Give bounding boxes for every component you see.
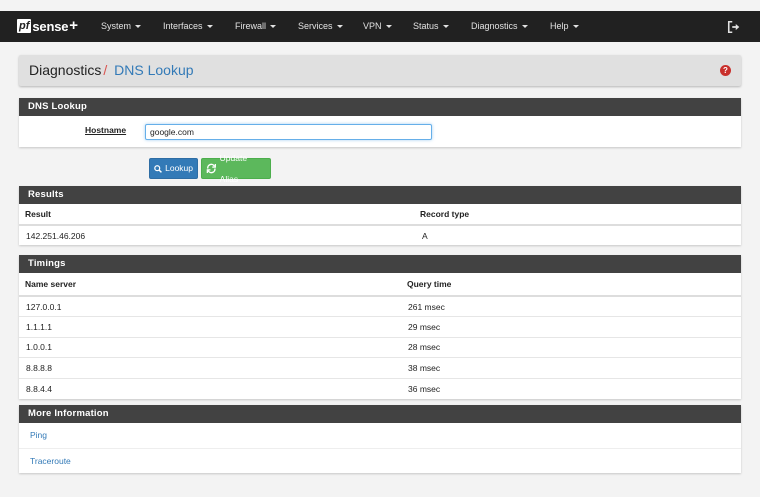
table-header-row: Result Record type [19, 204, 741, 226]
results-table: Result Record type 142.251.46.206 A [19, 204, 741, 245]
help-icon[interactable]: ? [720, 65, 731, 76]
table-row: 8.8.8.8 38 msec [19, 357, 741, 378]
breadcrumb-current[interactable]: DNS Lookup [114, 62, 193, 78]
breadcrumb-separator: / [103, 62, 108, 78]
name-server: 1.0.0.1 [19, 336, 401, 358]
logo-pf: pf [17, 19, 32, 33]
query-time: 28 msec [401, 336, 741, 358]
update-alias-button[interactable]: Update Alias [201, 153, 271, 184]
table-header-row: Name server Query time [19, 273, 741, 297]
result-value: 142.251.46.206 [19, 224, 414, 245]
lookup-button[interactable]: Lookup [149, 158, 198, 179]
panel-title: DNS Lookup [19, 98, 741, 116]
nav-label: Firewall [235, 21, 267, 31]
pfsense-logo[interactable]: pf sense + [17, 17, 78, 35]
record-type: A [414, 224, 741, 245]
nav-menu-interfaces[interactable]: Interfaces [163, 11, 213, 42]
table-row: 8.8.4.4 36 msec [19, 377, 741, 399]
table-row: 142.251.46.206 A [19, 224, 741, 245]
link-list: Ping Traceroute [19, 423, 741, 473]
nav-menu-system[interactable]: System [101, 11, 142, 42]
breadcrumb-parent[interactable]: Diagnostics [29, 62, 101, 78]
dns-lookup-panel: DNS Lookup Hostname [19, 98, 741, 147]
caret-down-icon [336, 25, 343, 29]
query-time: 38 msec [401, 357, 741, 378]
panel-title: Results [19, 186, 741, 204]
results-panel: Results Result Record type 142.251.46.20… [19, 186, 741, 245]
nav-menu-status[interactable]: Status [413, 11, 449, 42]
table-row: 1.1.1.1 29 msec [19, 316, 741, 337]
caret-down-icon [572, 25, 579, 29]
lookup-button-label: Lookup [165, 163, 193, 173]
top-navbar: pf sense + System Interfaces Firewall Se… [0, 11, 760, 42]
caret-down-icon [206, 25, 213, 29]
nav-label: VPN [363, 21, 382, 31]
more-information-panel: More Information Ping Traceroute [19, 405, 741, 473]
query-time: 36 msec [401, 377, 741, 399]
panel-title: More Information [19, 405, 741, 423]
caret-down-icon [270, 25, 277, 29]
table-row: 127.0.0.1 261 msec [19, 295, 741, 317]
page-title: Diagnostics / DNS Lookup [29, 55, 194, 86]
name-server: 1.1.1.1 [19, 316, 401, 337]
nav-label: Interfaces [163, 21, 203, 31]
nav-menu-services[interactable]: Services [298, 11, 343, 42]
nav-label: Services [298, 21, 333, 31]
query-time: 29 msec [401, 316, 741, 337]
column-header: Name server [19, 273, 401, 297]
hostname-row: Hostname [19, 116, 741, 146]
nav-menu-diagnostics[interactable]: Diagnostics [471, 11, 528, 42]
panel-title: Timings [19, 255, 741, 273]
caret-down-icon [385, 25, 392, 29]
update-alias-button-label: Update Alias [219, 152, 248, 184]
logout-icon[interactable] [727, 20, 741, 34]
column-header: Record type [414, 204, 741, 226]
nav-label: Help [550, 21, 569, 31]
hostname-input[interactable] [145, 124, 432, 140]
nav-label: System [101, 21, 132, 31]
refresh-icon [206, 163, 216, 174]
hostname-label: Hostname [85, 125, 127, 135]
timings-table: Name server Query time 127.0.0.1 261 msec… [19, 273, 741, 399]
nav-menu-firewall[interactable]: Firewall [235, 11, 277, 42]
column-header: Result [19, 204, 414, 226]
caret-down-icon [442, 25, 449, 29]
nav-label: Diagnostics [471, 21, 518, 31]
caret-down-icon [135, 25, 142, 29]
name-server: 8.8.8.8 [19, 357, 401, 378]
ping-link[interactable]: Ping [19, 423, 741, 448]
name-server: 127.0.0.1 [19, 295, 401, 317]
traceroute-link[interactable]: Traceroute [19, 448, 741, 473]
breadcrumb: Diagnostics / DNS Lookup ? [19, 55, 741, 86]
column-header: Query time [401, 273, 741, 297]
nav-menu-vpn[interactable]: VPN [363, 11, 392, 42]
search-icon [154, 164, 162, 173]
logo-plus: + [69, 17, 79, 34]
query-time: 261 msec [401, 295, 741, 317]
nav-menu-help[interactable]: Help [550, 11, 579, 42]
timings-panel: Timings Name server Query time 127.0.0.1… [19, 255, 741, 399]
table-row: 1.0.0.1 28 msec [19, 336, 741, 358]
logo-sense: sense [32, 18, 69, 34]
nav-label: Status [413, 21, 439, 31]
name-server: 8.8.4.4 [19, 377, 401, 399]
caret-down-icon [521, 25, 528, 29]
